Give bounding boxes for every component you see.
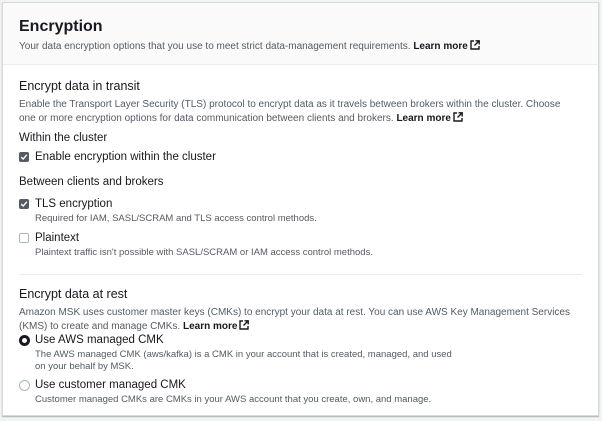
panel-title: Encryption: [19, 18, 103, 35]
checkmark-icon: [20, 201, 28, 208]
customer-managed-cmk-label[interactable]: Use customer managed CMK: [35, 379, 582, 392]
at-rest-description: Amazon MSK uses customer master keys (CM…: [19, 306, 584, 334]
header-learn-more-label: Learn more: [413, 41, 468, 52]
in-transit-learn-more-link[interactable]: Learn more: [396, 112, 463, 124]
customer-managed-cmk-row: Use customer managed CMK Customer manage…: [3, 379, 598, 406]
header-learn-more-link[interactable]: Learn more: [413, 40, 480, 52]
tls-option-row: TLS encryption Required for IAM, SASL/SC…: [3, 198, 598, 225]
at-rest-title: Encrypt data at rest: [19, 287, 128, 301]
external-link-icon: [470, 40, 480, 50]
at-rest-learn-more-label: Learn more: [182, 321, 238, 332]
section-divider: [19, 274, 582, 275]
panel-header: Encryption Your data encryption options …: [3, 3, 598, 65]
in-transit-learn-more-label: Learn more: [396, 113, 451, 124]
aws-managed-cmk-description: The AWS managed CMK (aws/kafka) is a CMK…: [35, 349, 582, 373]
checkmark-icon: [20, 154, 28, 161]
encryption-panel: Encryption Your data encryption options …: [2, 2, 599, 416]
in-transit-description: Enable the Transport Layer Security (TLS…: [19, 98, 579, 126]
customer-managed-cmk-radio[interactable]: [19, 380, 30, 391]
panel-description-text: Your data encryption options that you us…: [19, 41, 411, 52]
between-clients-group: Between clients and brokers: [3, 175, 598, 190]
external-link-icon: [453, 112, 463, 122]
aws-managed-cmk-option[interactable]: Use AWS managed CMK The AWS managed CMK …: [19, 334, 582, 373]
tls-encryption-description: Required for IAM, SASL/SCRAM and TLS acc…: [35, 213, 317, 224]
plaintext-option[interactable]: Plaintext Plaintext traffic isn't possib…: [19, 232, 582, 259]
external-link-icon: [239, 320, 250, 330]
customer-managed-cmk-description: Customer managed CMKs are CMKs in your A…: [35, 394, 432, 405]
in-transit-description-text: Enable the Transport Layer Security (TLS…: [19, 99, 561, 124]
plaintext-label[interactable]: Plaintext: [35, 232, 582, 245]
plaintext-description: Plaintext traffic isn't possible with SA…: [35, 247, 373, 258]
customer-managed-cmk-option[interactable]: Use customer managed CMK Customer manage…: [19, 379, 582, 406]
within-cluster-title: Within the cluster: [19, 132, 108, 144]
at-rest-section: Encrypt data at rest Amazon MSK uses cus…: [3, 286, 598, 334]
aws-managed-cmk-label[interactable]: Use AWS managed CMK: [35, 334, 582, 347]
at-rest-description-text: Amazon MSK uses customer master keys (CM…: [19, 307, 570, 332]
within-cluster-group: Within the cluster: [3, 131, 598, 146]
in-transit-title: Encrypt data in transit: [19, 79, 140, 93]
enable-cluster-encryption-label[interactable]: Enable encryption within the cluster: [35, 151, 582, 164]
within-cluster-option: Enable encryption within the cluster: [3, 151, 598, 164]
enable-cluster-encryption-option[interactable]: Enable encryption within the cluster: [19, 151, 582, 164]
aws-managed-cmk-description-line1: The AWS managed CMK (aws/kafka) is a CMK…: [35, 349, 452, 360]
aws-managed-cmk-row: Use AWS managed CMK The AWS managed CMK …: [3, 334, 598, 373]
panel-description: Your data encryption options that you us…: [19, 40, 582, 54]
at-rest-learn-more-link[interactable]: Learn more: [182, 320, 250, 332]
tls-encryption-option[interactable]: TLS encryption Required for IAM, SASL/SC…: [19, 198, 582, 225]
between-clients-title: Between clients and brokers: [19, 176, 164, 188]
tls-encryption-label[interactable]: TLS encryption: [35, 198, 582, 211]
tls-encryption-checkbox[interactable]: [19, 199, 29, 209]
enable-cluster-encryption-checkbox[interactable]: [19, 152, 29, 162]
aws-managed-cmk-radio[interactable]: [19, 335, 30, 346]
in-transit-section: Encrypt data in transit Enable the Trans…: [3, 78, 598, 126]
plaintext-checkbox[interactable]: [19, 233, 29, 243]
plaintext-option-row: Plaintext Plaintext traffic isn't possib…: [3, 232, 598, 259]
aws-managed-cmk-description-line2: on your behalf by MSK.: [35, 361, 134, 372]
